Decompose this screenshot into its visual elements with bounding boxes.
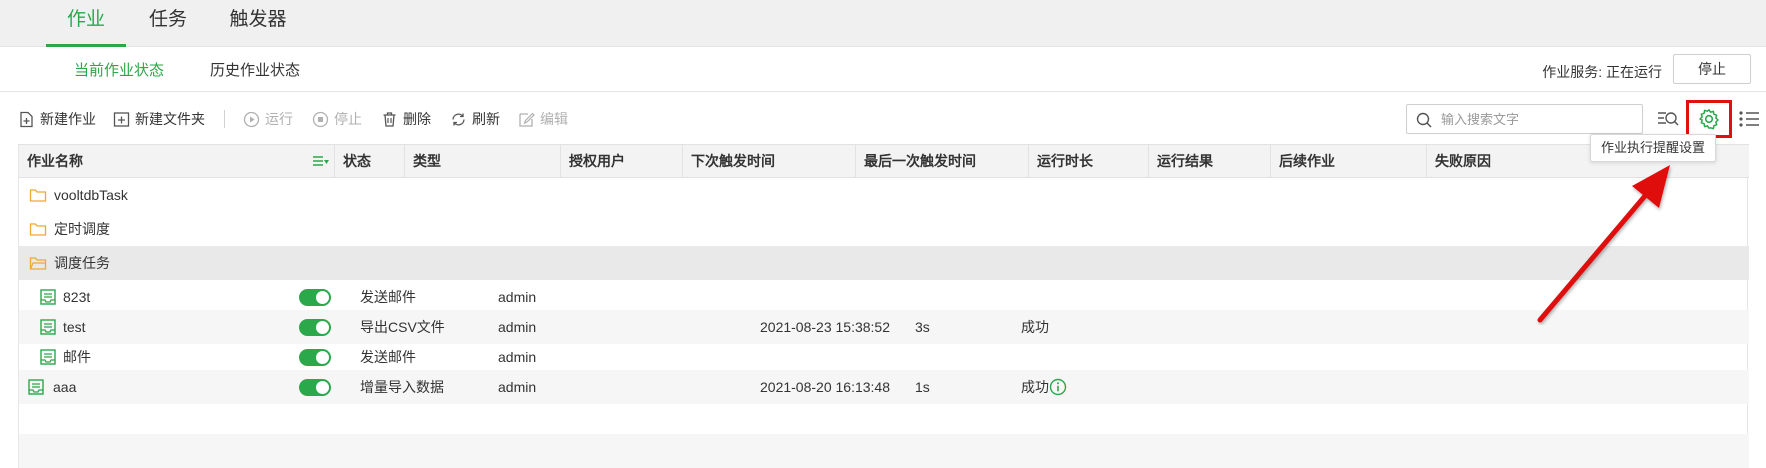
job-icon <box>28 379 44 395</box>
table-row[interactable]: 定时调度 <box>19 212 1749 246</box>
top-tab-bar: 作业 任务 触发器 <box>0 0 1766 47</box>
search-input[interactable] <box>1441 110 1636 128</box>
col-duration[interactable]: 运行时长 <box>1029 145 1149 178</box>
col-last-trigger[interactable]: 最后一次触发时间 <box>856 145 1029 178</box>
folder-icon <box>29 223 47 236</box>
tab-triggers[interactable]: 触发器 <box>218 0 298 47</box>
stop-icon <box>312 111 329 127</box>
list-view-icon[interactable] <box>1738 108 1760 130</box>
job-duration: 3s <box>915 319 930 335</box>
job-name: test <box>63 319 86 335</box>
refresh-label: 刷新 <box>472 111 500 127</box>
table-row[interactable]: 823t 发送邮件 admin <box>19 280 1749 314</box>
search-icon <box>1416 112 1432 128</box>
tab-jobs[interactable]: 作业 <box>46 0 126 47</box>
table-row[interactable]: aaa 增量导入数据 admin 2021-08-20 16:13:48 1s … <box>19 370 1749 404</box>
table-header: 作业名称 状态 类型 授权用户 下次触发时间 最后一次触发时间 运行时长 运行结… <box>19 144 1749 178</box>
play-icon <box>243 111 260 127</box>
new-folder-button[interactable]: 新建文件夹 <box>113 109 205 129</box>
status-toggle[interactable] <box>299 379 331 396</box>
job-duration: 1s <box>915 379 930 395</box>
folder-name: 定时调度 <box>54 221 110 237</box>
refresh-icon <box>452 113 465 125</box>
job-name: 823t <box>63 289 91 305</box>
folder-open-icon <box>29 257 47 270</box>
annotation-arrow <box>1537 165 1670 323</box>
stop-button[interactable]: 停止 <box>312 109 362 129</box>
stop-label: 停止 <box>334 111 362 127</box>
job-name: aaa <box>53 379 77 395</box>
job-type: 发送邮件 <box>360 349 416 365</box>
job-last-trigger: 2021-08-23 15:38:52 <box>760 319 890 335</box>
folder-name: 调度任务 <box>54 255 110 271</box>
job-result: 成功 <box>1021 319 1049 335</box>
sub-tab-bar: 当前作业状态 历史作业状态 作业服务: 正在运行 停止 <box>0 47 1766 92</box>
toolbar-divider <box>224 110 225 128</box>
status-toggle[interactable] <box>299 349 331 366</box>
edit-button[interactable]: 编辑 <box>518 109 568 129</box>
job-user: admin <box>498 319 537 335</box>
service-status-label: 作业服务: 正在运行 <box>1542 64 1662 80</box>
col-status[interactable]: 状态 <box>335 145 405 178</box>
table-row <box>19 434 1749 468</box>
new-job-icon <box>20 111 33 127</box>
search-box <box>1406 104 1643 134</box>
col-result[interactable]: 运行结果 <box>1149 145 1271 178</box>
table-row[interactable]: 邮件 发送邮件 admin <box>19 340 1749 374</box>
job-result: 成功 <box>1021 379 1049 395</box>
status-toggle[interactable] <box>299 319 331 336</box>
trash-icon <box>383 111 396 127</box>
job-icon <box>40 349 56 365</box>
job-name: 邮件 <box>63 349 91 365</box>
table-row[interactable]: vooltdbTask <box>19 178 1749 212</box>
new-job-label: 新建作业 <box>40 111 96 127</box>
col-user[interactable]: 授权用户 <box>561 145 683 178</box>
job-user: admin <box>498 379 537 395</box>
job-type: 发送邮件 <box>360 289 416 305</box>
col-type[interactable]: 类型 <box>405 145 561 178</box>
job-icon <box>40 289 56 305</box>
job-user: admin <box>498 289 537 305</box>
status-toggle[interactable] <box>299 289 331 306</box>
run-button[interactable]: 运行 <box>243 109 293 129</box>
stop-service-button[interactable]: 停止 <box>1673 54 1751 84</box>
folder-icon <box>29 189 47 202</box>
folder-name: vooltdbTask <box>54 187 128 203</box>
new-job-button[interactable]: 新建作业 <box>18 109 96 129</box>
job-type: 增量导入数据 <box>360 379 444 395</box>
filter-sort-icon[interactable] <box>312 155 330 169</box>
col-next-job[interactable]: 后续作业 <box>1271 145 1427 178</box>
table-row[interactable]: test 导出CSV文件 admin 2021-08-23 15:38:52 3… <box>19 310 1749 344</box>
edit-label: 编辑 <box>540 111 568 127</box>
job-icon <box>40 319 56 335</box>
delete-label: 删除 <box>403 111 431 127</box>
new-folder-icon <box>113 111 130 127</box>
info-icon[interactable] <box>1049 378 1067 396</box>
subtab-history-status[interactable]: 历史作业状态 <box>210 59 300 80</box>
col-job-name[interactable]: 作业名称 <box>19 145 335 178</box>
gear-icon[interactable] <box>1698 108 1720 130</box>
new-folder-label: 新建文件夹 <box>135 111 205 127</box>
table-row <box>19 400 1749 434</box>
jobs-table: 作业名称 状态 类型 授权用户 下次触发时间 最后一次触发时间 运行时长 运行结… <box>18 144 1749 468</box>
delete-button[interactable]: 删除 <box>381 109 431 129</box>
table-row[interactable]: 调度任务 <box>19 246 1749 280</box>
col-next-trigger[interactable]: 下次触发时间 <box>683 145 856 178</box>
refresh-button[interactable]: 刷新 <box>450 109 500 129</box>
advanced-search-icon[interactable] <box>1657 108 1679 130</box>
tab-tasks[interactable]: 任务 <box>136 0 200 47</box>
job-user: admin <box>498 349 537 365</box>
job-last-trigger: 2021-08-20 16:13:48 <box>760 379 890 395</box>
run-label: 运行 <box>265 111 293 127</box>
edit-icon <box>519 112 535 127</box>
job-type: 导出CSV文件 <box>360 319 445 335</box>
subtab-current-status[interactable]: 当前作业状态 <box>74 59 164 80</box>
